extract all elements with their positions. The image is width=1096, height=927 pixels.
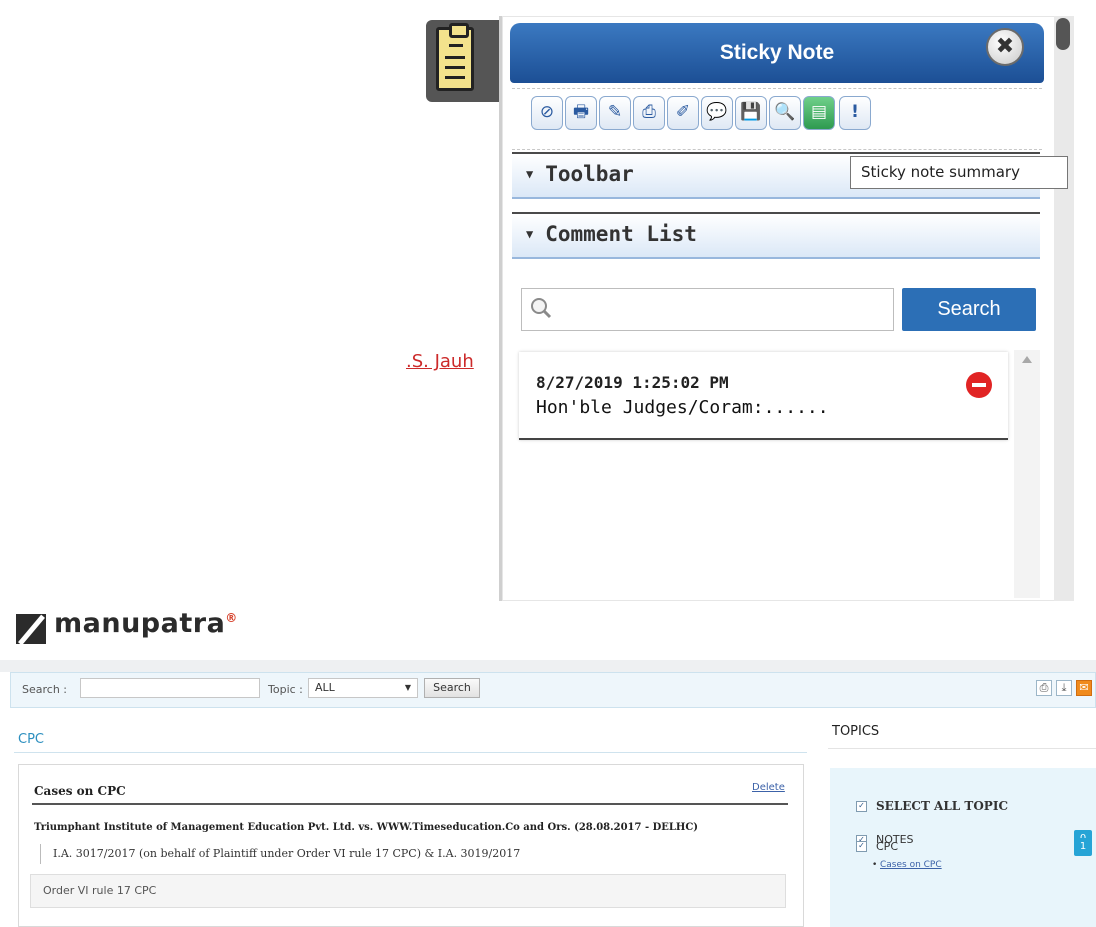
topic-select[interactable]: ALL ▼ <box>308 678 418 698</box>
triangle-down-icon: ▼ <box>526 167 534 181</box>
panel-scroll-thumb[interactable] <box>1056 18 1070 50</box>
cpc-label: CPC <box>876 840 898 853</box>
print-icon[interactable]: ⎙ <box>1036 680 1052 696</box>
comment-list-section-label: Comment List <box>545 222 697 246</box>
delete-link[interactable]: Delete <box>752 782 785 793</box>
case-name-link[interactable]: Triumphant Institute of Management Educa… <box>34 822 698 833</box>
print-preview-icon[interactable]: ⎙ <box>633 96 665 130</box>
manupatra-logo-icon <box>16 614 46 646</box>
topic-label: Topic : <box>268 683 303 696</box>
select-all-label: SELECT ALL TOPIC <box>876 799 1008 813</box>
sticky-note-title: Sticky Note <box>510 23 1044 83</box>
registered-mark: ® <box>225 611 238 625</box>
select-all-checkbox[interactable]: ✓ <box>856 801 867 812</box>
bullet: • <box>872 860 878 870</box>
logo-text: manupatra <box>54 608 226 639</box>
comment-date: 8/27/2019 1:25:02 PM <box>536 373 729 392</box>
case-description: I.A. 3017/2017 (on behalf of Plaintiff u… <box>40 844 520 864</box>
cases-on-cpc-link[interactable]: Cases on CPC <box>880 860 942 870</box>
comment-item[interactable] <box>519 352 1008 440</box>
topic-select-value: ALL <box>315 681 335 694</box>
comment-list-scrollbar[interactable] <box>1014 350 1040 598</box>
download-icon[interactable]: ⤓ <box>1056 680 1072 696</box>
panel-scrollbar[interactable] <box>1054 16 1074 601</box>
divider <box>828 748 1096 749</box>
toolbar-section-label: Toolbar <box>545 162 634 186</box>
print-icon[interactable]: 🖶 <box>565 96 597 130</box>
cancel-icon[interactable]: ⊘ <box>531 96 563 130</box>
header-band <box>0 660 1096 672</box>
note-text: Order VI rule 17 CPC <box>30 874 786 908</box>
section-title: CPC <box>18 732 44 747</box>
sticky-note-launcher[interactable] <box>426 20 510 102</box>
divider <box>14 752 807 753</box>
search-icon[interactable]: 🔍 <box>769 96 801 130</box>
cpc-count-badge: 1 <box>1074 838 1092 856</box>
chevron-down-icon: ▼ <box>404 683 411 692</box>
topics-heading: TOPICS <box>832 724 880 739</box>
search-icon <box>531 298 552 319</box>
tooltip: Sticky note summary <box>850 156 1068 189</box>
email-icon[interactable]: ✉ <box>1076 680 1092 696</box>
manupatra-logo[interactable]: manupatra® <box>54 608 238 639</box>
search-button[interactable]: Search <box>424 678 480 698</box>
divider <box>32 803 788 805</box>
notepad-icon <box>436 23 474 91</box>
print-pdf-icon[interactable]: ✎ <box>599 96 631 130</box>
close-icon[interactable]: ✖ <box>986 28 1024 66</box>
comment-search-button[interactable]: Search <box>902 288 1036 331</box>
scroll-up-icon[interactable] <box>1022 356 1032 363</box>
cases-title: Cases on CPC <box>34 784 126 798</box>
search-label: Search : <box>22 683 67 696</box>
edit-note-icon[interactable]: ✐ <box>667 96 699 130</box>
comment-text: Hon'ble Judges/Coram:...... <box>536 397 829 418</box>
save-icon[interactable]: 💾 <box>735 96 767 130</box>
cpc-checkbox[interactable]: ✓ <box>856 841 867 852</box>
delete-comment-icon[interactable] <box>966 372 992 398</box>
search-input[interactable] <box>80 678 260 698</box>
triangle-down-icon: ▼ <box>526 227 534 241</box>
comment-list-section-header[interactable]: ▼ Comment List <box>512 212 1040 259</box>
summary-icon[interactable]: ▤ <box>803 96 835 130</box>
info-icon[interactable]: ! <box>839 96 871 130</box>
comment-search-input[interactable] <box>521 288 894 331</box>
topics-panel <box>830 768 1096 927</box>
background-link[interactable]: .S. Jauh <box>406 351 474 372</box>
comment-icon[interactable]: 💬 <box>701 96 733 130</box>
